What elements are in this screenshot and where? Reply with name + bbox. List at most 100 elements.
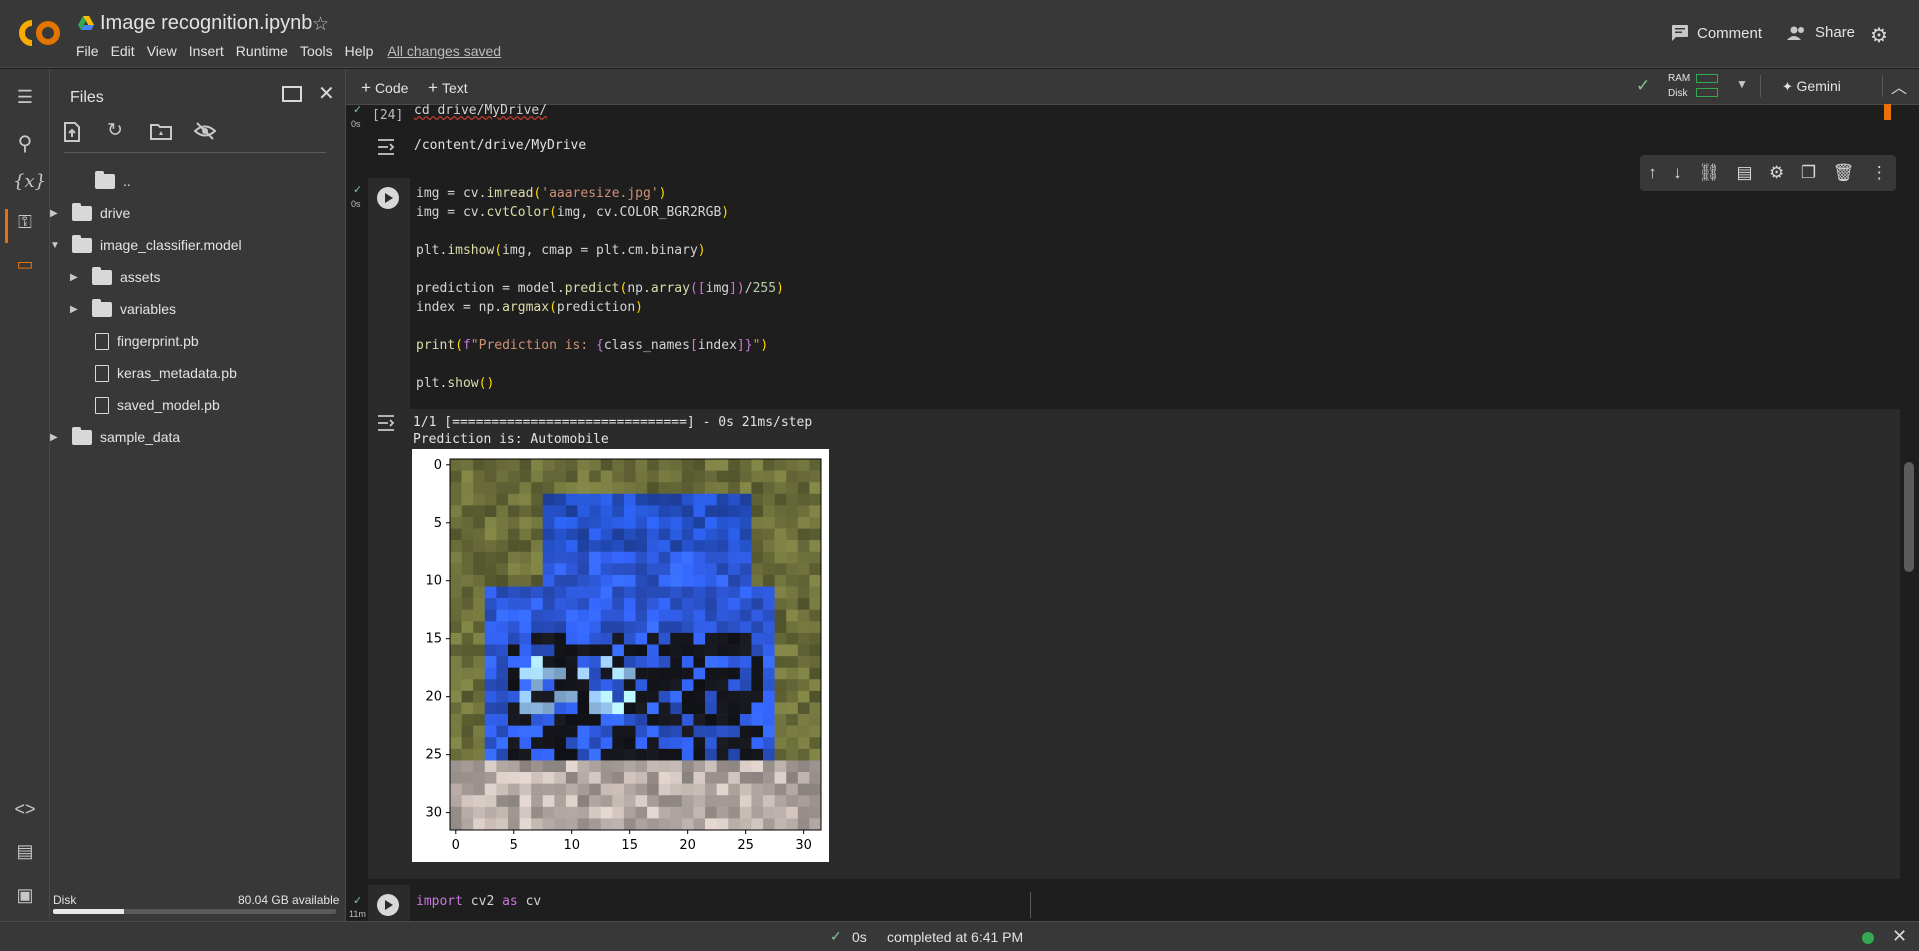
add-text-button[interactable]: + Text — [428, 78, 468, 98]
settings-gear-icon[interactable]: ⚙ — [1870, 23, 1888, 48]
tree-item-image-classifier[interactable]: ▼ image_classifier.model — [50, 234, 242, 256]
mirror-cell-icon[interactable]: ❐ — [1801, 163, 1816, 183]
tree-item-variables[interactable]: ▶ variables — [70, 298, 176, 320]
pixel-cell — [565, 482, 578, 495]
pixel-cell — [450, 748, 462, 761]
menu-runtime[interactable]: Runtime — [236, 43, 288, 59]
x-tick-label: 15 — [621, 838, 638, 853]
comment-button[interactable]: Comment — [1671, 24, 1762, 42]
code-cell[interactable]: img = cv.imread('aaaresize.jpg') img = c… — [368, 178, 1900, 409]
pixel-cell — [728, 690, 741, 703]
menu-edit[interactable]: Edit — [111, 43, 135, 59]
delete-icon[interactable]: 🗑 — [1833, 163, 1855, 183]
star-icon[interactable]: ☆ — [312, 13, 329, 36]
run-cell-button[interactable] — [377, 894, 399, 916]
close-icon[interactable]: ✕ — [1892, 926, 1907, 947]
output-toggle-icon[interactable] — [376, 138, 396, 156]
pixel-cell — [647, 493, 659, 506]
pixel-cell — [635, 540, 648, 553]
pixel-cell — [519, 690, 532, 703]
caret-right-icon[interactable]: ▶ — [50, 208, 62, 219]
menu-view[interactable]: View — [147, 43, 177, 59]
pixel-cell — [600, 528, 613, 541]
key-icon[interactable]: ⚿ — [13, 212, 37, 236]
pixel-cell — [507, 690, 520, 703]
pixel-cell — [623, 702, 636, 715]
pixel-cell — [473, 702, 486, 715]
more-vert-icon[interactable]: ⋮ — [1871, 163, 1888, 183]
mount-drive-icon[interactable] — [150, 122, 172, 140]
move-up-icon[interactable]: ↑ — [1648, 163, 1657, 183]
close-icon[interactable]: ✕ — [318, 81, 335, 106]
caret-right-icon[interactable]: ▶ — [70, 272, 82, 283]
pixel-cell — [461, 737, 474, 750]
hidden-files-icon[interactable] — [194, 122, 216, 140]
pixel-cell — [716, 528, 729, 541]
pixel-cell — [751, 783, 764, 796]
pixel-cell — [461, 598, 474, 611]
pixel-cell — [554, 563, 567, 576]
command-palette-icon[interactable]: ▤ — [13, 841, 37, 865]
pixel-cell — [589, 679, 602, 692]
pixel-cell — [623, 783, 636, 796]
share-button[interactable]: Share — [1787, 24, 1855, 41]
colab-logo[interactable] — [18, 16, 62, 50]
output-toggle-icon[interactable] — [376, 414, 396, 432]
refresh-icon[interactable]: ↻ — [107, 119, 123, 142]
tree-item-parent[interactable]: .. — [73, 170, 131, 192]
settings-gear-icon[interactable]: ⚙ — [1769, 163, 1784, 183]
pixel-cell — [774, 574, 787, 587]
pixel-cell — [531, 551, 544, 564]
link-icon[interactable]: ⛓ — [1698, 163, 1720, 183]
run-cell-button[interactable] — [377, 187, 399, 209]
runtime-dropdown-icon[interactable]: ▼ — [1736, 77, 1748, 91]
menu-file[interactable]: File — [76, 43, 99, 59]
code-cell[interactable]: import cv2 as cv — [368, 885, 1900, 921]
table-of-contents-icon[interactable]: ☰ — [13, 87, 37, 111]
resource-monitor[interactable]: RAM Disk — [1668, 71, 1690, 101]
tree-item-drive[interactable]: ▶ drive — [50, 202, 130, 224]
menu-tools[interactable]: Tools — [300, 43, 333, 59]
scrollbar[interactable] — [1904, 462, 1914, 572]
comment-icon[interactable]: ▤ — [1736, 163, 1752, 183]
terminal-icon[interactable]: ▣ — [13, 885, 37, 909]
notebook-title[interactable]: Image recognition.ipynb — [100, 12, 312, 35]
pixel-cell — [797, 459, 810, 471]
variables-icon[interactable]: {x} — [13, 171, 46, 195]
pixel-cell — [763, 748, 775, 761]
disk-meter — [1696, 88, 1718, 97]
cell-code[interactable]: cd drive/MyDrive/ — [414, 103, 547, 118]
caret-right-icon[interactable]: ▶ — [70, 304, 82, 315]
tree-item-saved-model[interactable]: saved_model.pb — [92, 394, 220, 416]
pixel-cell — [484, 621, 497, 634]
caret-down-icon[interactable]: ▼ — [50, 240, 62, 251]
add-code-button[interactable]: + Code — [361, 78, 408, 98]
folder-icon[interactable]: ▭ — [13, 254, 37, 278]
tree-item-fingerprint[interactable]: fingerprint.pb — [92, 330, 199, 352]
pixel-cell — [461, 690, 474, 703]
pixel-cell — [809, 783, 822, 796]
chevron-up-icon[interactable]: ︿ — [1891, 74, 1907, 98]
code-snippets-icon[interactable]: <> — [13, 799, 37, 823]
upload-icon[interactable] — [63, 122, 81, 142]
pixel-cell — [809, 493, 822, 506]
tree-item-sample-data[interactable]: ▶ sample_data — [50, 426, 180, 448]
menu-insert[interactable]: Insert — [189, 43, 224, 59]
tree-item-assets[interactable]: ▶ assets — [70, 266, 160, 288]
pixel-cell — [461, 783, 474, 796]
code-editor[interactable]: img = cv.imread('aaaresize.jpg') img = c… — [410, 178, 1900, 409]
search-icon[interactable]: ⚲ — [13, 131, 37, 155]
pixel-cell — [705, 540, 717, 553]
pixel-cell — [670, 505, 683, 518]
move-down-icon[interactable]: ↓ — [1673, 163, 1682, 183]
menu-help[interactable]: Help — [345, 43, 374, 59]
gemini-button[interactable]: ✦ Gemini — [1782, 78, 1841, 95]
pixel-cell — [554, 528, 567, 541]
open-in-tab-icon[interactable] — [282, 86, 302, 102]
caret-right-icon[interactable]: ▶ — [50, 432, 62, 443]
code-editor[interactable]: import cv2 as cv — [410, 885, 1900, 921]
save-status[interactable]: All changes saved — [387, 43, 501, 59]
tree-item-keras-metadata[interactable]: keras_metadata.pb — [92, 362, 237, 384]
pixel-cell — [507, 516, 520, 529]
folder-open-icon — [95, 170, 115, 189]
